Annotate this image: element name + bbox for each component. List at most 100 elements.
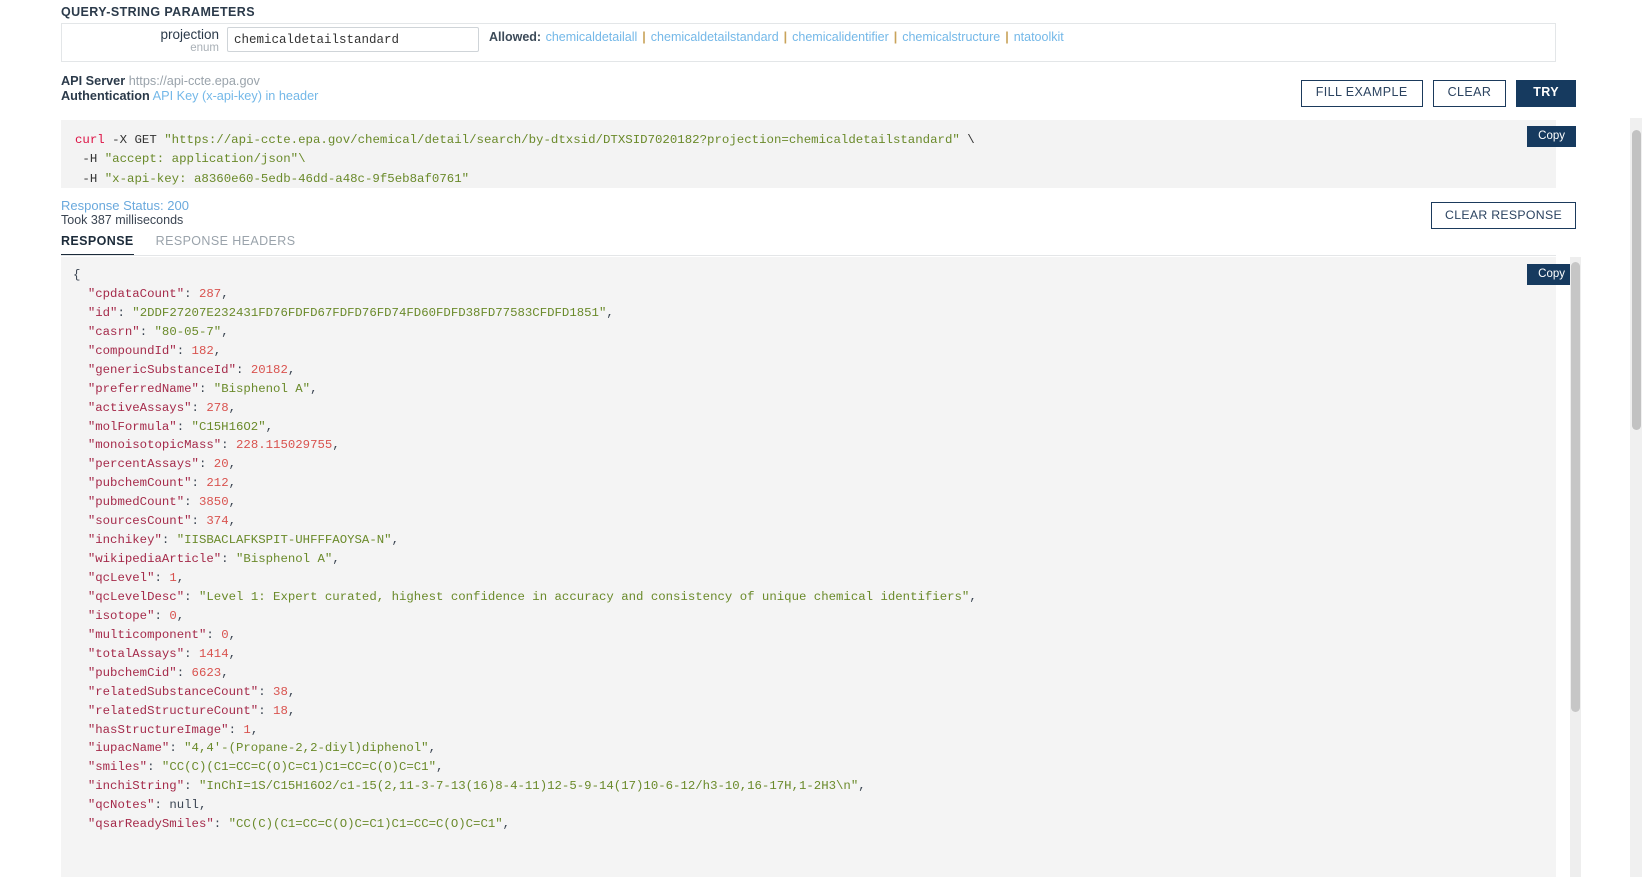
allowed-value-ntatoolkit[interactable]: ntatoolkit: [1014, 30, 1064, 44]
allowed-value-chemicalstructure[interactable]: chemicalstructure: [902, 30, 1000, 44]
allowed-value-chemicaldetailstandard[interactable]: chemicaldetailstandard: [651, 30, 779, 44]
json-key: "molFormula": [88, 420, 177, 434]
response-panel-scrollbar-thumb[interactable]: [1571, 262, 1580, 712]
clear-button[interactable]: CLEAR: [1433, 80, 1507, 107]
json-value: "80-05-7": [155, 325, 222, 339]
response-duration: Took 387 milliseconds: [61, 213, 183, 227]
json-line: "hasStructureImage": 1,: [73, 721, 1556, 740]
allowed-separator: |: [1005, 30, 1009, 44]
json-value: "CC(C)(C1=CC=C(O)C=C1)C1=CC=C(O)C=C1": [162, 760, 436, 774]
tab-response-headers[interactable]: RESPONSE HEADERS: [156, 234, 296, 256]
response-body-panel: { "cpdataCount": 287, "id": "2DDF27207E2…: [61, 257, 1556, 877]
json-line: "qcLevelDesc": "Level 1: Expert curated,…: [73, 588, 1556, 607]
json-line: "totalAssays": 1414,: [73, 645, 1556, 664]
json-line: "pubchemCid": 6623,: [73, 664, 1556, 683]
json-key: "inchikey": [88, 533, 162, 547]
json-key: "multicomponent": [88, 628, 207, 642]
json-key: "pubmedCount": [88, 495, 184, 509]
curl-method: -X GET: [105, 133, 165, 147]
json-value: "InChI=1S/C15H16O2/c1-15(2,11-3-7-13(16)…: [199, 779, 858, 793]
allowed-separator: |: [784, 30, 788, 44]
clear-response-button[interactable]: CLEAR RESPONSE: [1431, 202, 1576, 229]
json-value: 374: [206, 514, 228, 528]
api-server-row: API Server https://api-ccte.epa.gov: [61, 74, 318, 89]
parameter-box: projection enum Allowed: chemicaldetaila…: [61, 23, 1556, 62]
json-value: "4,4'-(Propane-2,2-diyl)diphenol": [184, 741, 428, 755]
json-line: "qcNotes": null,: [73, 796, 1556, 815]
copy-response-button[interactable]: Copy: [1527, 264, 1576, 285]
json-key: "percentAssays": [88, 457, 199, 471]
json-key: "wikipediaArticle": [88, 552, 221, 566]
api-server-label: API Server: [61, 74, 125, 88]
json-line: "qsarReadySmiles": "CC(C)(C1=CC=C(O)C=C1…: [73, 815, 1556, 834]
json-key: "qcLevelDesc": [88, 590, 184, 604]
json-value: "C15H16O2": [192, 420, 266, 434]
json-line: "pubmedCount": 3850,: [73, 493, 1556, 512]
json-value: "Level 1: Expert curated, highest confid…: [199, 590, 969, 604]
json-key: "iupacName": [88, 741, 169, 755]
json-key: "monoisotopicMass": [88, 438, 221, 452]
copy-curl-button[interactable]: Copy: [1527, 126, 1576, 147]
json-value: 228.115029755: [236, 438, 332, 452]
json-line: "inchiString": "InChI=1S/C15H16O2/c1-15(…: [73, 777, 1556, 796]
json-value: null: [169, 798, 199, 812]
api-server-value: https://api-ccte.epa.gov: [129, 74, 260, 88]
json-key: "relatedSubstanceCount": [88, 685, 258, 699]
tabs-divider: [61, 255, 1556, 256]
json-line: "iupacName": "4,4'-(Propane-2,2-diyl)dip…: [73, 739, 1556, 758]
allowed-label: Allowed:: [489, 30, 541, 44]
json-line: "genericSubstanceId": 20182,: [73, 361, 1556, 380]
server-info-block: API Server https://api-ccte.epa.gov Auth…: [61, 74, 318, 105]
json-value: 18: [273, 704, 288, 718]
response-status: Response Status: 200: [61, 198, 189, 213]
authentication-value[interactable]: API Key (x-api-key) in header: [153, 89, 319, 103]
json-line: "pubchemCount": 212,: [73, 474, 1556, 493]
json-value: 20: [214, 457, 229, 471]
json-line: "activeAssays": 278,: [73, 399, 1556, 418]
json-value: "Bisphenol A": [214, 382, 310, 396]
json-value: 182: [192, 344, 214, 358]
action-button-row: FILL EXAMPLE CLEAR TRY: [1301, 80, 1576, 107]
json-line: "cpdataCount": 287,: [73, 285, 1556, 304]
try-button[interactable]: TRY: [1516, 80, 1576, 107]
json-line: {: [73, 266, 1556, 285]
json-key: "pubchemCid": [88, 666, 177, 680]
json-line: "isotope": 0,: [73, 607, 1556, 626]
json-line: "id": "2DDF27207E232431FD76FDFD67FDFD76F…: [73, 304, 1556, 323]
json-key: "activeAssays": [88, 401, 192, 415]
page-scrollbar-thumb[interactable]: [1632, 130, 1641, 430]
json-key: "inchiString": [88, 779, 184, 793]
json-key: "hasStructureImage": [88, 723, 229, 737]
curl-header-accept: "accept: application/json"\: [105, 152, 306, 166]
json-line: "preferredName": "Bisphenol A",: [73, 380, 1556, 399]
json-line: "sourcesCount": 374,: [73, 512, 1556, 531]
json-value: 212: [206, 476, 228, 490]
curl-header-apikey: "x-api-key: a8360e60-5edb-46dd-a48c-9f5e…: [105, 172, 469, 186]
json-line: "qcLevel": 1,: [73, 569, 1556, 588]
allowed-value-chemicaldetailall[interactable]: chemicaldetailall: [546, 30, 638, 44]
json-key: "qcNotes": [88, 798, 155, 812]
json-value: 3850: [199, 495, 229, 509]
json-key: "smiles": [88, 760, 147, 774]
json-key: "qsarReadySmiles": [88, 817, 214, 831]
json-value: 278: [206, 401, 228, 415]
api-console-page: QUERY-STRING PARAMETERS projection enum …: [0, 0, 1642, 877]
json-value: 1: [169, 571, 176, 585]
json-line: "casrn": "80-05-7",: [73, 323, 1556, 342]
parameter-labels: projection enum: [62, 24, 227, 55]
authentication-label: Authentication: [61, 89, 150, 103]
json-key: "casrn": [88, 325, 140, 339]
json-key: "relatedStructureCount": [88, 704, 258, 718]
tab-response[interactable]: RESPONSE: [61, 234, 134, 256]
json-key: "sourcesCount": [88, 514, 192, 528]
curl-command-block: curl -X GET "https://api-ccte.epa.gov/ch…: [61, 120, 1556, 188]
json-line: "inchikey": "IISBACLAFKSPIT-UHFFFAOYSA-N…: [73, 531, 1556, 550]
fill-example-button[interactable]: FILL EXAMPLE: [1301, 80, 1423, 107]
json-value: "2DDF27207E232431FD76FDFD67FDFD76FD74FD6…: [132, 306, 606, 320]
projection-input[interactable]: [227, 27, 479, 52]
json-line: "wikipediaArticle": "Bisphenol A",: [73, 550, 1556, 569]
json-value: 1: [243, 723, 250, 737]
authentication-row: Authentication API Key (x-api-key) in he…: [61, 89, 318, 104]
json-value: "Bisphenol A": [236, 552, 332, 566]
allowed-value-chemicalidentifier[interactable]: chemicalidentifier: [792, 30, 889, 44]
